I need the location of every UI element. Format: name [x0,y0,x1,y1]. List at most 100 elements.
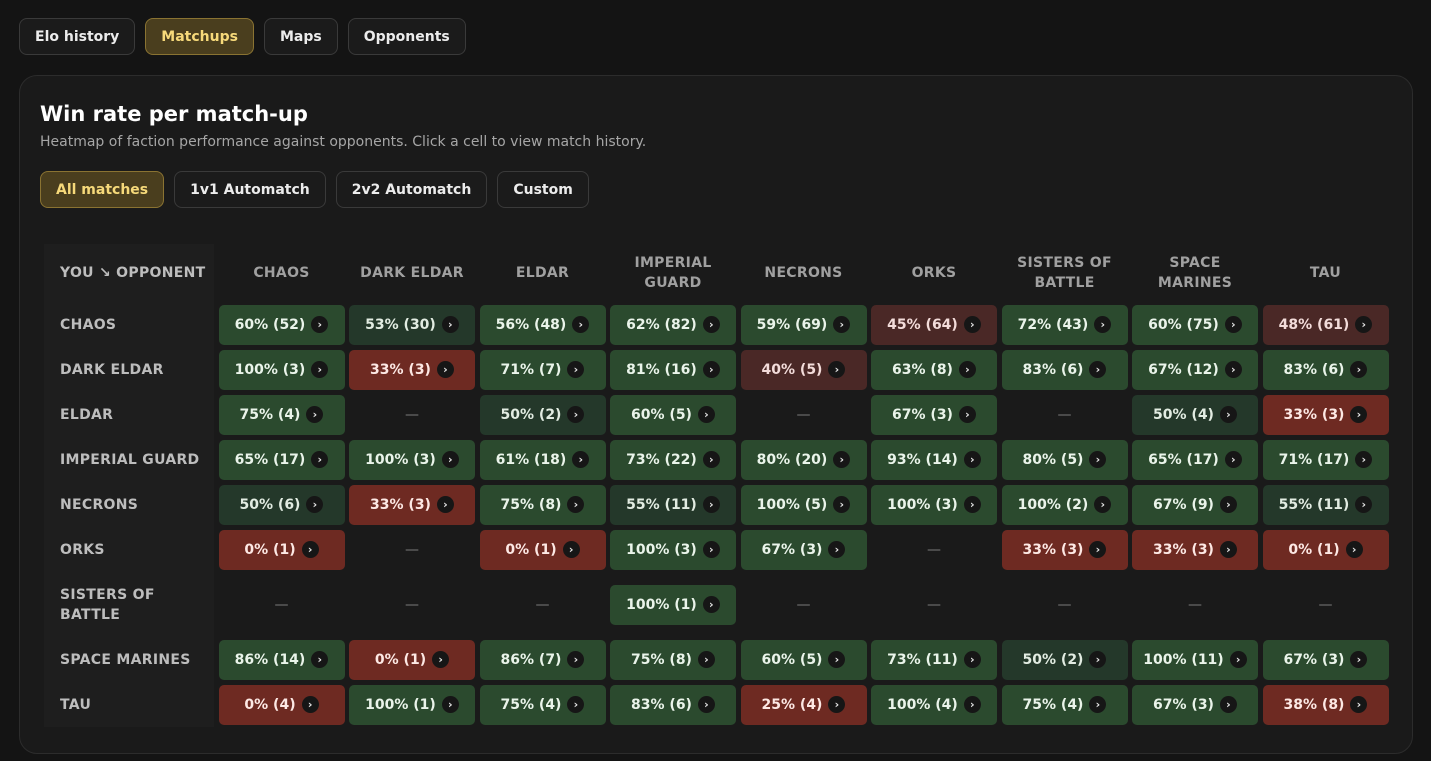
heatmap-cell[interactable]: 61% (18) › [479,439,606,480]
heatmap-cell[interactable]: 75% (4) › [1001,684,1128,725]
heatmap-cell[interactable]: 59% (69) › [740,304,867,345]
chevron-right-icon: › [436,496,454,513]
tab-maps[interactable]: Maps [263,18,338,55]
heatmap-cell[interactable]: 60% (5) › [610,394,736,435]
heatmap-cell[interactable]: 73% (11) › [871,639,997,680]
heatmap-cell[interactable]: 81% (16) › [610,349,736,390]
heatmap-cell[interactable]: 75% (4) › [479,684,606,725]
heatmap-cell[interactable]: 55% (11) › [610,484,736,525]
heatmap-cell[interactable]: 53% (30) › [349,304,475,345]
heatmap-cell[interactable]: 71% (17) › [1262,439,1389,480]
filter-1v1-automatch[interactable]: 1v1 Automatch [174,171,326,208]
heatmap-cell[interactable]: 67% (12) › [1132,349,1258,390]
heatmap-cell[interactable]: 56% (48) › [479,304,606,345]
cell-value: 80% (20) [756,451,828,468]
heatmap-cell[interactable]: 67% (3) › [1132,684,1258,725]
heatmap-cell[interactable]: 50% (6) › [218,484,345,525]
heatmap-cell[interactable]: 75% (8) › [479,484,606,525]
filter-2v2-automatch[interactable]: 2v2 Automatch [335,171,488,208]
heatmap-cell-wrap: 53% (30) › [349,302,475,347]
heatmap-cell[interactable]: 33% (3) › [1132,529,1258,570]
heatmap-cell[interactable]: 48% (61) › [1262,304,1389,345]
heatmap-cell[interactable]: 100% (1) › [349,684,475,725]
heatmap-cell[interactable]: 33% (3) › [349,349,475,390]
heatmap-cell-wrap: — [480,572,606,637]
heatmap-cell[interactable]: 0% (1) › [1262,529,1389,570]
heatmap-cell[interactable]: 100% (1) › [610,584,736,625]
heatmap-cell[interactable]: 83% (6) › [610,684,736,725]
chevron-right-icon: › [963,651,981,668]
heatmap-cell[interactable]: 63% (8) › [871,349,997,390]
heatmap-cell[interactable]: 93% (14) › [871,439,997,480]
heatmap-cell[interactable]: 86% (14) › [218,639,345,680]
chevron-right-icon: › [1094,496,1112,513]
heatmap-cell[interactable]: 33% (3) › [1001,529,1128,570]
heatmap-cell[interactable]: 100% (4) › [871,684,997,725]
chevron-right-icon: › [702,361,720,378]
heatmap-cell[interactable]: 67% (3) › [1262,639,1389,680]
heatmap-cell[interactable]: 45% (64) › [871,304,997,345]
heatmap-cell[interactable]: 33% (3) › [1262,394,1389,435]
heatmap-cell[interactable]: 38% (8) › [1262,684,1389,725]
tab-matchups[interactable]: Matchups [145,18,254,55]
heatmap-cell[interactable]: 25% (4) › [740,684,867,725]
heatmap-cell[interactable]: 100% (2) › [1001,484,1128,525]
heatmap-cell[interactable]: 40% (5) › [740,349,867,390]
chevron-right-icon: › [958,361,976,378]
heatmap-cell-wrap: — [1132,572,1258,637]
row-header: CHAOS [44,302,214,347]
heatmap-cell[interactable]: 60% (5) › [740,639,867,680]
heatmap-cell[interactable]: 100% (3) › [349,439,475,480]
heatmap-cell-wrap: 67% (3) › [871,392,997,437]
heatmap-cell[interactable]: 67% (9) › [1132,484,1258,525]
heatmap-cell[interactable]: 50% (4) › [1132,394,1258,435]
heatmap-cell[interactable]: 100% (3) › [871,484,997,525]
cell-value: 67% (12) [1148,361,1219,378]
heatmap-cell[interactable]: 67% (3) › [740,529,867,570]
filter-custom[interactable]: Custom [497,171,589,208]
heatmap-cell[interactable]: 80% (20) › [740,439,867,480]
heatmap-cell-wrap: 67% (3) › [740,527,867,572]
filter-all-matches[interactable]: All matches [40,171,165,208]
heatmap-cell-wrap: 81% (16) › [610,347,736,392]
heatmap-cell[interactable]: 100% (5) › [740,484,867,525]
heatmap-cell[interactable]: 0% (4) › [218,684,345,725]
cell-value: 86% (14) [234,651,306,668]
heatmap-cell[interactable]: 60% (52) › [218,304,345,345]
heatmap-cell[interactable]: 0% (1) › [349,639,475,680]
heatmap-cell[interactable]: 75% (8) › [610,639,736,680]
heatmap-cell[interactable]: 50% (2) › [1001,639,1128,680]
heatmap-cell[interactable]: 72% (43) › [1001,304,1128,345]
column-header: ORKS [911,265,957,281]
heatmap-cell[interactable]: 100% (3) › [218,349,345,390]
heatmap-cell[interactable]: 100% (11) › [1132,639,1258,680]
column-header: SPACE MARINES [1157,255,1233,291]
heatmap-cell[interactable]: 0% (1) › [479,529,606,570]
tab-opponents[interactable]: Opponents [347,18,466,55]
heatmap-cell-wrap: 65% (17) › [1132,437,1258,482]
chevron-right-icon: › [1219,696,1237,713]
heatmap-cell[interactable]: 86% (7) › [479,639,606,680]
heatmap-cell[interactable]: 50% (2) › [479,394,606,435]
heatmap-cell-wrap: 67% (3) › [1132,682,1258,727]
heatmap-cell[interactable]: 80% (5) › [1001,439,1128,480]
heatmap-cell[interactable]: 83% (6) › [1001,349,1128,390]
heatmap-cell[interactable]: 71% (7) › [479,349,606,390]
cell-value: 33% (3) [370,361,431,378]
cell-value: 67% (3) [1153,696,1214,713]
heatmap-cell[interactable]: 83% (6) › [1262,349,1389,390]
heatmap-cell[interactable]: 0% (1) › [218,529,345,570]
cell-value: 100% (3) [365,451,436,468]
heatmap-cell[interactable]: 65% (17) › [218,439,345,480]
cell-value: 75% (8) [500,496,562,513]
heatmap-cell[interactable]: 33% (3) › [349,484,475,525]
heatmap-cell[interactable]: 73% (22) › [610,439,736,480]
tab-elo-history[interactable]: Elo history [19,18,136,55]
heatmap-cell[interactable]: 75% (4) › [218,394,345,435]
heatmap-cell[interactable]: 62% (82) › [610,304,736,345]
heatmap-cell[interactable]: 100% (3) › [610,529,736,570]
heatmap-cell[interactable]: 55% (11) › [1262,484,1389,525]
heatmap-cell[interactable]: 60% (75) › [1132,304,1258,345]
heatmap-cell[interactable]: 67% (3) › [871,394,997,435]
heatmap-cell[interactable]: 65% (17) › [1132,439,1258,480]
